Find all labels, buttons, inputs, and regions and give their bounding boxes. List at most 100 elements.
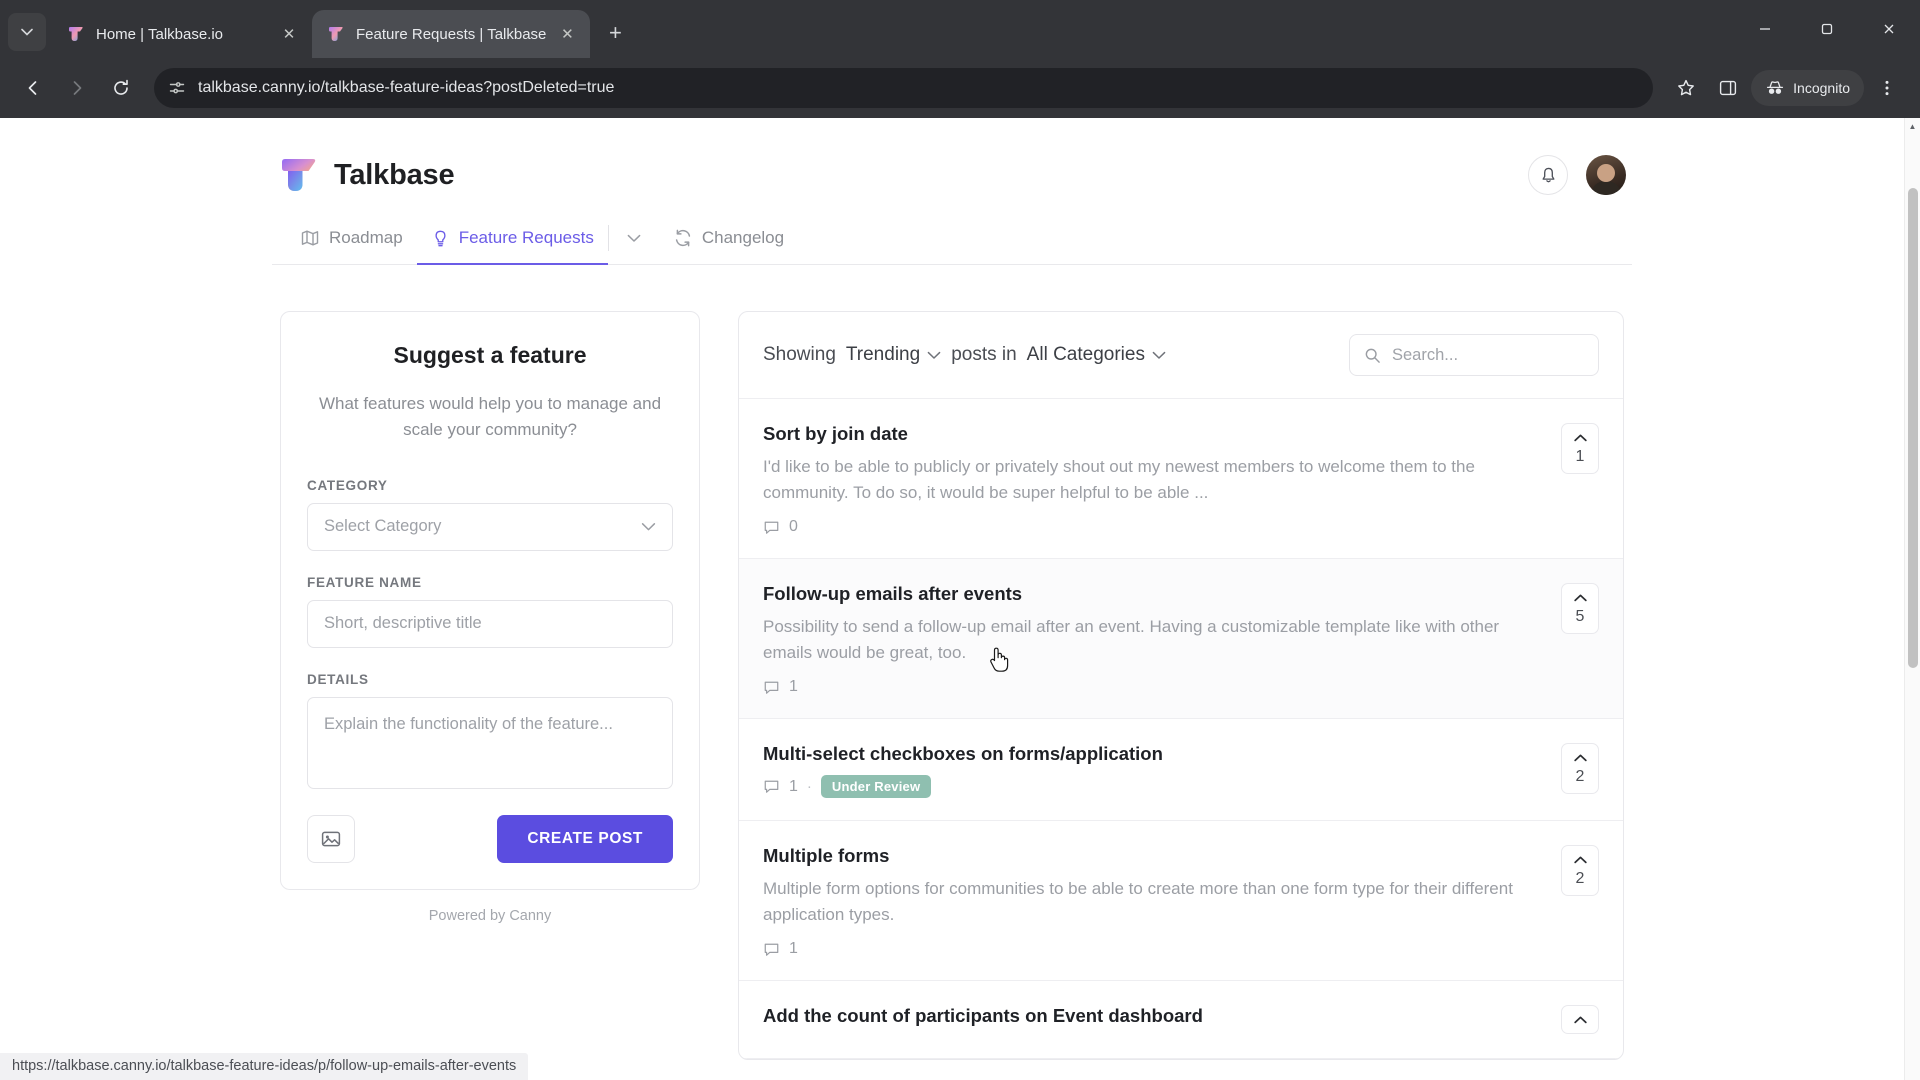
- minimize-icon: [1760, 28, 1770, 30]
- form-actions: CREATE POST: [307, 814, 673, 863]
- maximize-icon: [1821, 23, 1833, 35]
- search-input[interactable]: Search...: [1349, 334, 1599, 376]
- upvote-button[interactable]: 5: [1561, 583, 1599, 634]
- browser-tab-home[interactable]: Home | Talkbase.io ✕: [52, 10, 312, 58]
- notifications-button[interactable]: [1528, 155, 1568, 195]
- brand-name: Talkbase: [334, 158, 455, 191]
- incognito-label: Incognito: [1793, 80, 1850, 96]
- sort-value: Trending: [845, 344, 921, 365]
- browser-tab-feature-requests[interactable]: Feature Requests | Talkbase ✕: [312, 10, 591, 58]
- image-upload-button[interactable]: [307, 814, 355, 863]
- create-post-button[interactable]: CREATE POST: [497, 814, 673, 863]
- post-list-item[interactable]: Multiple forms Multiple form options for…: [739, 821, 1623, 981]
- brand[interactable]: Talkbase: [278, 154, 455, 196]
- category-filter-value: All Categories: [1026, 344, 1145, 365]
- suggest-subtitle: What features would help you to manage a…: [318, 394, 662, 440]
- nav-dropdown-button[interactable]: [609, 224, 659, 259]
- star-icon: [1678, 79, 1695, 96]
- reload-button[interactable]: [102, 69, 140, 107]
- posts-in-label: posts in: [951, 344, 1017, 365]
- post-list-item[interactable]: Multi-select checkboxes on forms/applica…: [739, 719, 1623, 821]
- chrome-menu-button[interactable]: [1868, 69, 1906, 107]
- category-filter-dropdown[interactable]: All Categories: [1027, 344, 1166, 366]
- comment-icon: [764, 681, 779, 694]
- address-bar[interactable]: talkbase.canny.io/talkbase-feature-ideas…: [154, 68, 1654, 108]
- browser-toolbar: talkbase.canny.io/talkbase-feature-ideas…: [0, 58, 1920, 118]
- post-list-item[interactable]: Sort by join date I'd like to be able to…: [739, 399, 1623, 559]
- sort-dropdown[interactable]: Trending: [846, 344, 941, 366]
- scroll-up-arrow[interactable]: ▲: [1905, 118, 1920, 134]
- category-field: CATEGORY Select Category: [307, 478, 673, 551]
- post-content: Follow-up emails after events Possibilit…: [763, 583, 1541, 696]
- chevron-up-icon: [1562, 752, 1598, 764]
- minimize-button[interactable]: [1734, 0, 1796, 58]
- close-window-button[interactable]: [1858, 0, 1920, 58]
- maximize-button[interactable]: [1796, 0, 1858, 58]
- vote-count: 5: [1575, 608, 1585, 625]
- tab-search-button[interactable]: [8, 13, 46, 51]
- upvote-button[interactable]: 2: [1561, 845, 1599, 896]
- suggest-feature-card: Suggest a feature What features would he…: [280, 311, 700, 890]
- comment-count: 1: [789, 678, 798, 695]
- tab-title: Home | Talkbase.io: [96, 25, 224, 43]
- category-label: CATEGORY: [307, 477, 388, 493]
- upvote-button[interactable]: 1: [1561, 423, 1599, 474]
- close-icon[interactable]: ✕: [278, 23, 300, 45]
- category-value: Select Category: [324, 517, 442, 536]
- page-scrollbar[interactable]: ▲: [1904, 118, 1920, 1080]
- refresh-icon: [675, 229, 691, 247]
- post-title: Multi-select checkboxes on forms/applica…: [763, 743, 1163, 764]
- post-title: Sort by join date: [763, 423, 908, 444]
- tab-changelog[interactable]: Changelog: [659, 218, 798, 264]
- incognito-indicator[interactable]: Incognito: [1751, 70, 1864, 106]
- post-list-item[interactable]: Follow-up emails after events Possibilit…: [739, 559, 1623, 719]
- details-textarea[interactable]: Explain the functionality of the feature…: [307, 696, 673, 789]
- search-placeholder: Search...: [1392, 345, 1459, 364]
- avatar[interactable]: [1586, 155, 1626, 195]
- header-actions: [1528, 155, 1626, 195]
- tab-roadmap[interactable]: Roadmap: [286, 218, 417, 264]
- tab-feature-requests[interactable]: Feature Requests: [416, 218, 609, 265]
- close-icon[interactable]: ✕: [556, 23, 578, 45]
- bookmark-star-button[interactable]: [1667, 69, 1705, 107]
- showing-label: Showing: [763, 344, 836, 365]
- post-list-item[interactable]: Add the count of participants on Event d…: [739, 981, 1623, 1059]
- comment-count: 0: [789, 518, 798, 535]
- meta-separator: ·: [806, 778, 812, 795]
- side-panel-button[interactable]: [1709, 69, 1747, 107]
- page-content: Suggest a feature What features would he…: [272, 265, 1632, 1060]
- comment-icon: [764, 780, 779, 793]
- post-content: Multi-select checkboxes on forms/applica…: [763, 743, 1541, 798]
- upvote-button[interactable]: 2: [1561, 743, 1599, 794]
- chevron-up-icon: [1562, 592, 1598, 604]
- post-content: Multiple forms Multiple form options for…: [763, 845, 1541, 958]
- category-select[interactable]: Select Category: [307, 502, 673, 551]
- feature-name-label: FEATURE NAME: [307, 574, 422, 590]
- scrollbar-thumb[interactable]: [1908, 188, 1918, 668]
- talkbase-logo-icon: [326, 24, 346, 44]
- post-title: Add the count of participants on Event d…: [763, 1005, 1203, 1026]
- forward-button[interactable]: [58, 69, 96, 107]
- post-meta: 1: [763, 678, 1541, 696]
- map-icon: [301, 230, 319, 246]
- new-tab-button[interactable]: +: [598, 16, 632, 50]
- post-title: Follow-up emails after events: [763, 583, 1023, 604]
- feature-name-input[interactable]: Short, descriptive title: [307, 599, 673, 648]
- site-nav-tabs: Roadmap Feature Requests Changelog: [272, 218, 1632, 265]
- tab-title: Feature Requests | Talkbase: [356, 25, 547, 43]
- url-text: talkbase.canny.io/talkbase-feature-ideas…: [198, 79, 615, 96]
- image-icon: [321, 831, 341, 847]
- mouse-cursor: [986, 644, 1012, 679]
- chevron-up-icon: [1562, 432, 1598, 444]
- comment-count: 1: [789, 777, 798, 795]
- back-button[interactable]: [14, 69, 52, 107]
- powered-by-label: Powered by Canny: [428, 907, 552, 924]
- chevron-down-icon: [927, 351, 941, 359]
- tab-label: Feature Requests: [458, 228, 594, 247]
- incognito-icon: [1767, 81, 1784, 94]
- post-meta: 1: [763, 940, 1541, 958]
- more-vertical-icon: [1885, 80, 1889, 96]
- upvote-button[interactable]: [1561, 1005, 1599, 1034]
- status-badge: Under Review: [820, 775, 932, 798]
- close-icon: [1884, 24, 1894, 34]
